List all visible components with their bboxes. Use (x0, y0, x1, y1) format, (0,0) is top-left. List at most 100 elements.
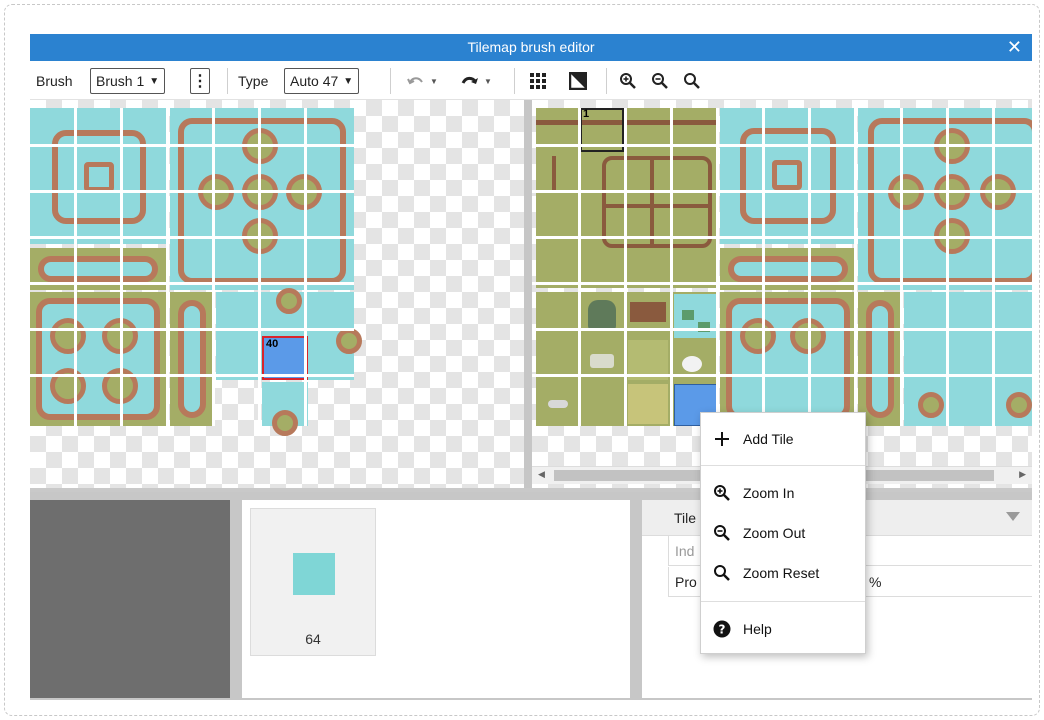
undo-icon[interactable] (404, 68, 428, 94)
plus-icon (701, 431, 743, 447)
context-menu: Add Tile Zoom In Zoom Out Zoom Reset ? H… (700, 412, 866, 654)
property-key: Pro (675, 574, 697, 590)
island-tile (740, 318, 776, 354)
island-tile (272, 410, 298, 436)
selected-tile-number: 40 (266, 338, 279, 350)
island-tile (50, 318, 86, 354)
redo-icon[interactable] (458, 68, 482, 94)
title-bar: Tilemap brush editor ✕ (30, 34, 1032, 61)
lilypad-tile (682, 310, 694, 320)
brush-label: Brush (36, 73, 73, 89)
menu-item-zoom-in[interactable]: Zoom In (701, 475, 865, 511)
grid-line (900, 108, 903, 426)
fence-post (650, 156, 654, 248)
type-select-value: Auto 47 (290, 73, 339, 89)
scroll-right-icon[interactable]: ▶ (1019, 469, 1026, 480)
grid-line (854, 108, 857, 426)
collapse-triangle-icon[interactable] (1006, 512, 1020, 521)
pond-center-tile (772, 160, 802, 190)
toolbar: Brush Brush 1 ▼ ⋮ Type Auto 47 ▼ ▼ ▼ (30, 61, 1032, 100)
zoom-in-icon (701, 484, 743, 502)
pane-splitter[interactable] (524, 100, 532, 488)
menu-item-zoom-reset[interactable]: Zoom Reset (701, 555, 865, 591)
type-select[interactable]: Auto 47 ▼ (284, 68, 360, 94)
grid-line (532, 374, 1032, 377)
pond-center-tile (84, 162, 114, 192)
grid-line (532, 282, 1032, 285)
grid-line (578, 108, 581, 426)
undo-dropdown-icon[interactable]: ▼ (430, 77, 438, 86)
pond-tile (726, 298, 850, 420)
grid-line (258, 108, 261, 426)
menu-item-label: Zoom Reset (743, 565, 820, 581)
grid-line (532, 190, 1032, 193)
help-icon: ? (701, 620, 743, 638)
menu-item-label: Zoom In (743, 485, 795, 501)
property-key: Ind (675, 543, 695, 559)
fence-rail (536, 120, 718, 125)
chevron-down-icon: ▼ (149, 75, 160, 87)
brush-select-value: Brush 1 (96, 73, 145, 89)
invert-icon[interactable] (566, 68, 590, 94)
svg-text:?: ? (719, 623, 726, 637)
window-title: Tilemap brush editor (467, 39, 595, 55)
bottom-panel: 64 Tile Ind Pro % (30, 492, 1032, 700)
brush-preview (30, 500, 230, 698)
brush-canvas[interactable]: 40 (30, 100, 524, 488)
fence-rail (602, 204, 712, 208)
zoom-out-icon[interactable] (648, 68, 672, 94)
zoom-out-icon (701, 524, 743, 542)
properties-header-label: Tile (674, 510, 697, 526)
grid-icon[interactable] (526, 68, 550, 94)
menu-item-zoom-out[interactable]: Zoom Out (701, 515, 865, 551)
more-options-icon[interactable]: ⋮ (190, 68, 210, 94)
grid-line (532, 236, 1032, 239)
redo-dropdown-icon[interactable]: ▼ (484, 77, 492, 86)
brush-select[interactable]: Brush 1 ▼ (90, 68, 166, 94)
grid-line (532, 144, 1032, 147)
menu-item-label: Help (743, 621, 772, 637)
toolbar-separator (390, 68, 391, 94)
menu-item-label: Zoom Out (743, 525, 806, 541)
island-tile (918, 392, 944, 418)
tile-list: 64 (242, 500, 630, 698)
pond-tile (728, 256, 848, 282)
fence-tile (602, 156, 712, 248)
wheat-tile (628, 384, 668, 424)
grid-line (120, 108, 123, 426)
menu-item-help[interactable]: ? Help (701, 611, 865, 647)
type-label: Type (238, 73, 269, 89)
menu-separator (701, 465, 865, 466)
zoom-in-icon[interactable] (616, 68, 640, 94)
menu-item-add-tile[interactable]: Add Tile (701, 421, 865, 457)
grid-line (808, 108, 811, 426)
table-tile (630, 302, 666, 322)
close-icon[interactable]: ✕ (1007, 36, 1022, 58)
grid-line (532, 328, 1032, 331)
pond-tile (866, 300, 894, 418)
menu-item-label: Add Tile (743, 431, 794, 447)
tile-card[interactable]: 64 (250, 508, 376, 656)
chevron-down-icon: ▼ (343, 75, 354, 87)
pond-tile (36, 298, 160, 420)
grid-line (166, 108, 169, 426)
pond-tile (38, 256, 158, 282)
tilemap-brush-editor-window: Tilemap brush editor ✕ Brush Brush 1 ▼ ⋮… (30, 34, 1032, 700)
grid-line (670, 108, 673, 426)
toolbar-separator (227, 68, 228, 94)
pond-tile (178, 300, 206, 418)
grid-line (762, 108, 765, 426)
scroll-left-icon[interactable]: ◀ (538, 469, 545, 480)
tile-card-number: 64 (305, 631, 321, 647)
island-tile (336, 328, 362, 354)
fence-post (552, 156, 556, 192)
property-value: % (869, 574, 882, 590)
bush-tile (588, 300, 616, 330)
grid-line (304, 108, 307, 426)
tile-swatch (293, 553, 335, 595)
grid-line (624, 108, 627, 426)
island-tile (1006, 392, 1032, 418)
zoom-reset-icon[interactable] (680, 68, 704, 94)
grid-line (716, 108, 719, 426)
grid-line (212, 108, 215, 426)
